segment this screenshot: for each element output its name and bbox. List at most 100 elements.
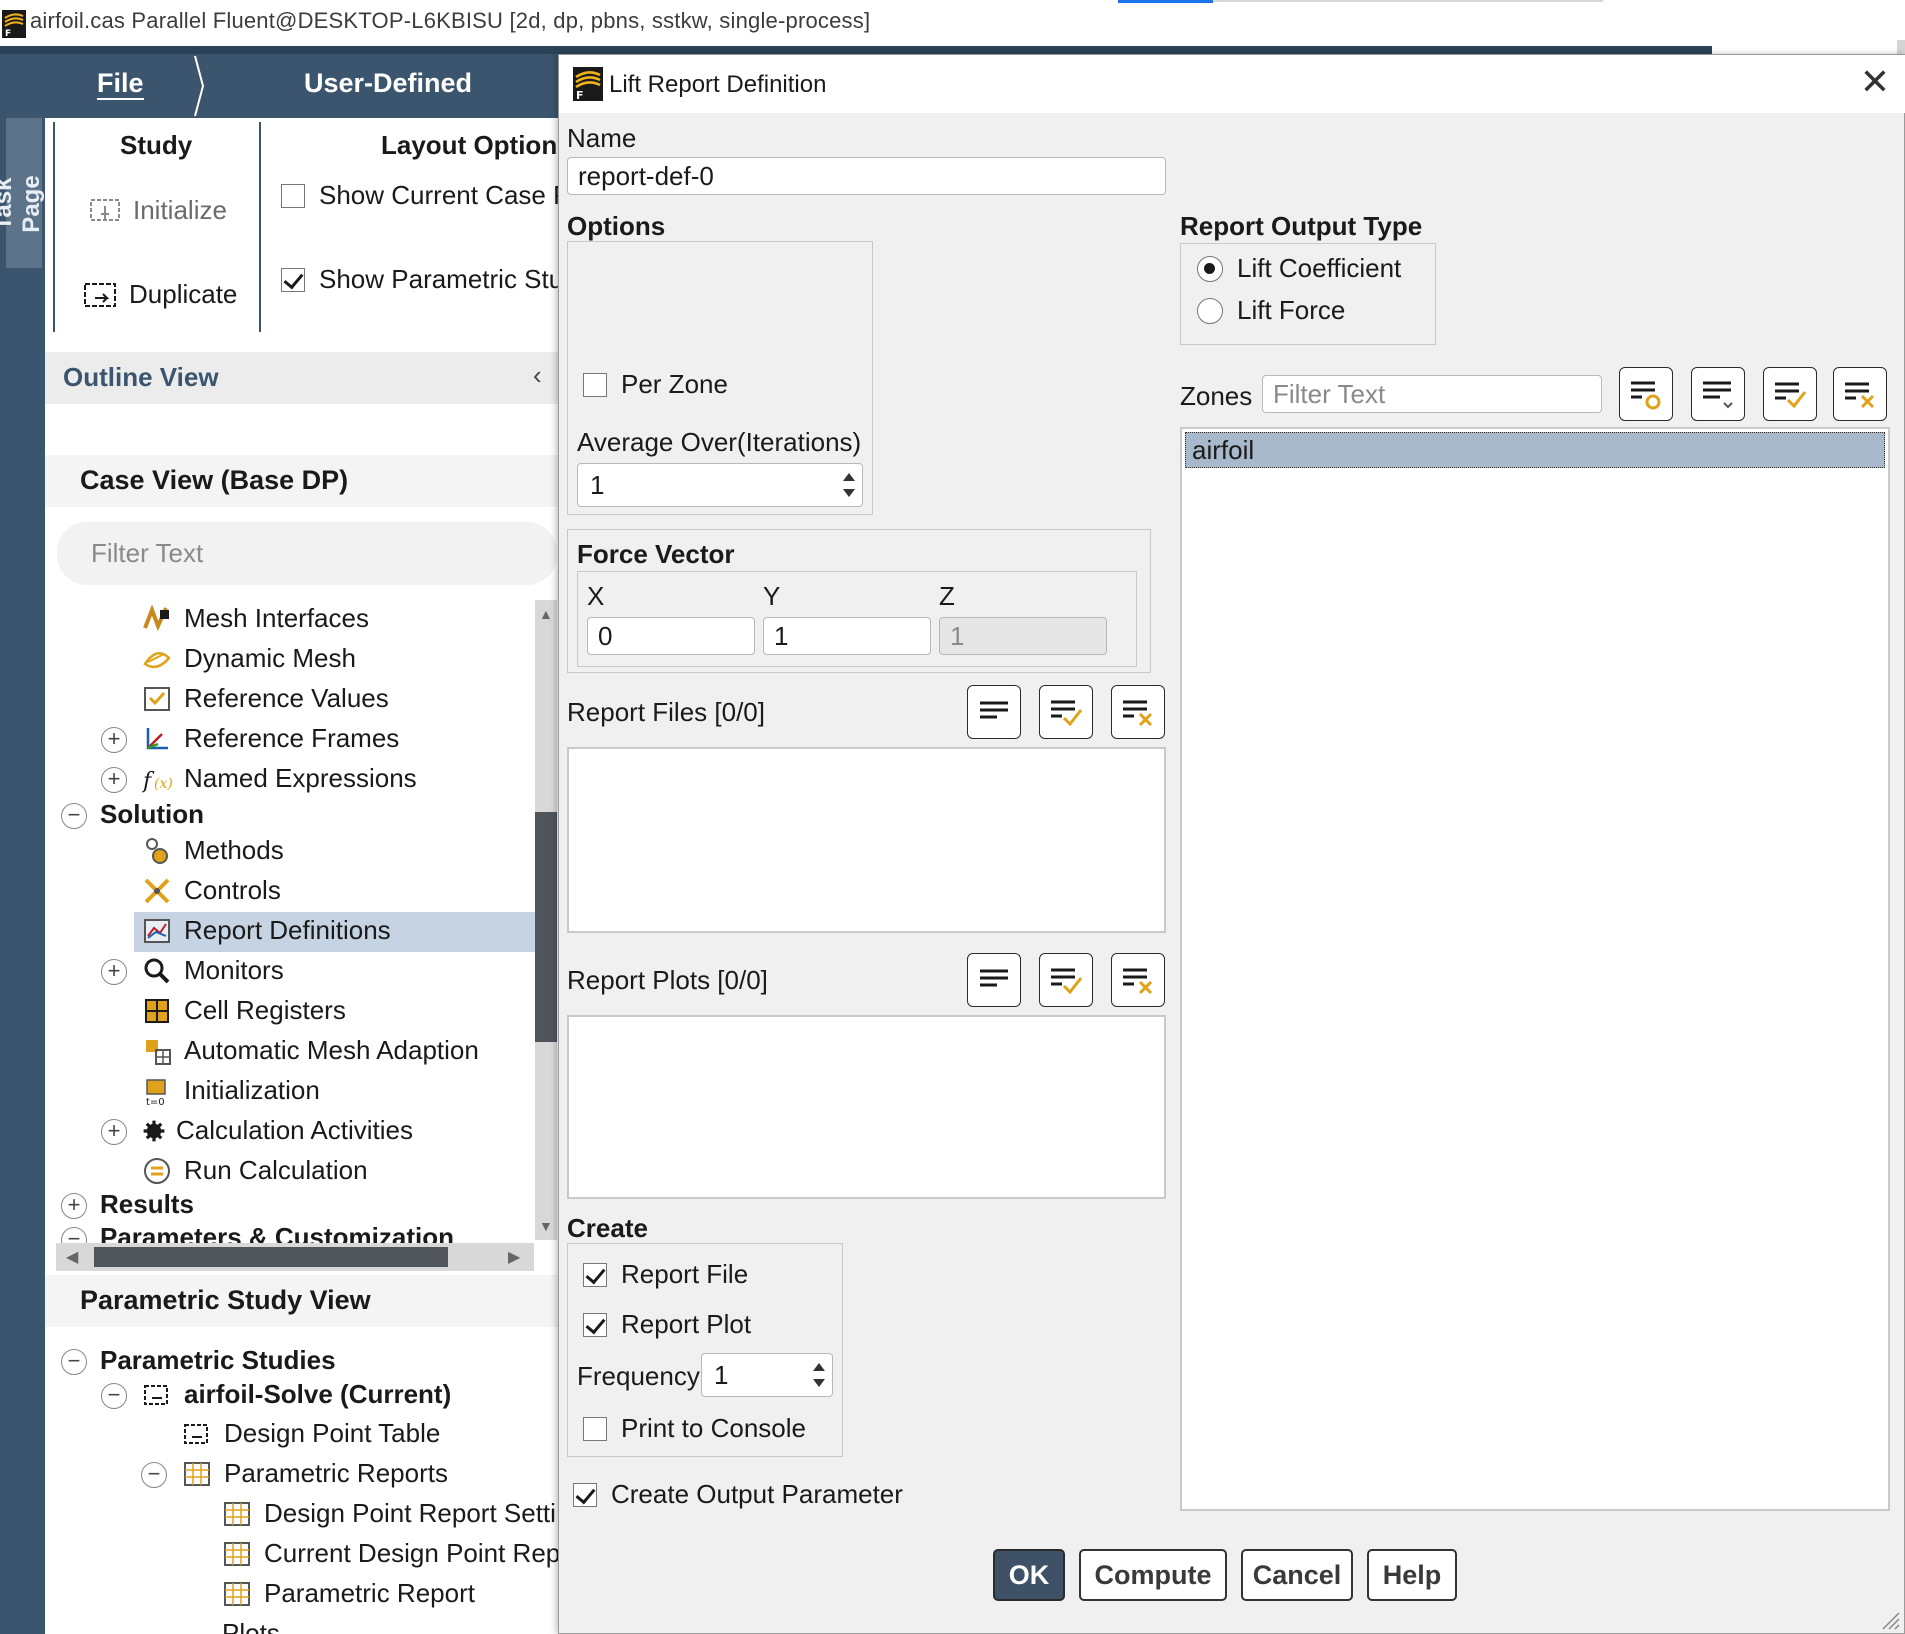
print-console-checkbox[interactable]: Print to Console: [583, 1413, 806, 1444]
tree-item-airfoil-solve[interactable]: airfoil-Solve (Current): [142, 1379, 451, 1410]
resize-grip-icon[interactable]: [1877, 1607, 1901, 1631]
tree-item-design-point-table[interactable]: Design Point Table: [182, 1418, 440, 1449]
tree-item-results[interactable]: Results: [100, 1189, 194, 1220]
tree-item-parametric-reports[interactable]: Parametric Reports: [182, 1458, 448, 1489]
scroll-right-icon[interactable]: ▶: [508, 1247, 520, 1267]
initialize-button[interactable]: Initialize: [87, 194, 227, 226]
show-parametric-checkbox[interactable]: Show Parametric Stu: [281, 264, 563, 295]
y-input[interactable]: 1: [763, 617, 931, 655]
scroll-down-icon[interactable]: ▼: [539, 1218, 553, 1234]
report-files-clear-button[interactable]: [1111, 685, 1165, 739]
tree-item-run-calculation[interactable]: Run Calculation: [142, 1155, 368, 1186]
name-input[interactable]: report-def-0: [567, 157, 1166, 195]
per-zone-checkbox[interactable]: Per Zone: [583, 369, 728, 400]
tree-item-label: Controls: [184, 875, 281, 905]
scroll-left-icon[interactable]: ◀: [66, 1247, 78, 1267]
per-zone-box[interactable]: [583, 372, 607, 397]
zones-check-button[interactable]: [1763, 367, 1817, 421]
collapse-parametric-reports-icon[interactable]: −: [141, 1462, 167, 1488]
tab-user-defined[interactable]: User-Defined: [304, 68, 472, 99]
tree-item-mesh-interfaces[interactable]: Mesh Interfaces: [142, 603, 369, 634]
tree-item-current-dp-report[interactable]: Current Design Point Rep: [222, 1538, 560, 1569]
zones-clear-button[interactable]: [1833, 367, 1887, 421]
collapse-chevron-icon[interactable]: ‹: [533, 360, 542, 391]
tree-item-cell-registers[interactable]: Cell Registers: [142, 995, 346, 1026]
close-icon[interactable]: ✕: [1855, 61, 1895, 103]
scroll-up-icon[interactable]: ▲: [539, 606, 553, 622]
expand-results-icon[interactable]: +: [61, 1193, 87, 1219]
tree-item-parametric-report[interactable]: Parametric Report: [222, 1578, 475, 1609]
lift-coefficient-radio-icon[interactable]: [1197, 255, 1223, 282]
x-input[interactable]: 0: [587, 617, 755, 655]
expand-monitors-icon[interactable]: +: [101, 959, 127, 985]
methods-icon: [146, 837, 168, 864]
zones-filter-match-button[interactable]: [1619, 367, 1673, 421]
parametric-study-view-header: Parametric Study View: [45, 1275, 565, 1327]
tree-hscroll-thumb[interactable]: [94, 1247, 448, 1267]
z-input: 1: [939, 617, 1107, 655]
radio-lift-force[interactable]: Lift Force: [1197, 295, 1345, 326]
tree-item-mesh-adaption[interactable]: Automatic Mesh Adaption: [142, 1035, 479, 1066]
lift-force-radio-icon[interactable]: [1197, 297, 1223, 324]
zones-filter-input[interactable]: Filter Text: [1262, 375, 1602, 413]
tree-item-report-definitions[interactable]: Report Definitions: [142, 915, 391, 946]
tree-vertical-scrollbar[interactable]: ▲ ▼: [535, 600, 557, 1240]
frequency-spinner[interactable]: 1: [701, 1353, 833, 1397]
tree-item-named-expressions[interactable]: f (x) Named Expressions: [142, 763, 417, 794]
tree-item-parameters-customization[interactable]: Parameters & Customization: [100, 1224, 454, 1243]
tree-item-plots[interactable]: Plots: [180, 1618, 280, 1634]
duplicate-button[interactable]: Duplicate: [81, 278, 237, 310]
report-plot-box[interactable]: [583, 1312, 607, 1337]
tree-item-controls[interactable]: Controls: [142, 875, 281, 906]
tree-item-monitors[interactable]: Monitors: [142, 955, 284, 986]
help-button[interactable]: Help: [1367, 1549, 1457, 1601]
average-over-spinner[interactable]: 1: [577, 463, 863, 507]
report-plots-select-all-button[interactable]: [967, 953, 1021, 1007]
tree-item-reference-frames[interactable]: Reference Frames: [142, 723, 399, 754]
window-title-bar: F airfoil.cas Parallel Fluent@DESKTOP-L6…: [0, 0, 1905, 46]
tree-item-dp-report-settings[interactable]: Design Point Report Setti: [222, 1498, 556, 1529]
collapse-airfoil-solve-icon[interactable]: −: [101, 1383, 127, 1409]
tree-item-initialization[interactable]: t=0 Initialization: [142, 1075, 320, 1106]
create-output-param-box[interactable]: [573, 1482, 597, 1507]
tab-file[interactable]: File: [97, 68, 144, 100]
report-files-check-button[interactable]: [1039, 685, 1093, 739]
expand-reference-frames-icon[interactable]: +: [101, 727, 127, 753]
report-files-select-all-button[interactable]: [967, 685, 1021, 739]
print-console-box[interactable]: [583, 1416, 607, 1441]
report-file-checkbox[interactable]: Report File: [583, 1259, 748, 1290]
tree-item-parametric-studies[interactable]: Parametric Studies: [100, 1345, 336, 1376]
report-plots-list[interactable]: [567, 1015, 1166, 1199]
ok-button[interactable]: OK: [993, 1549, 1065, 1601]
collapse-parametric-studies-icon[interactable]: −: [61, 1349, 87, 1375]
expand-named-expressions-icon[interactable]: +: [101, 767, 127, 793]
tree-item-calculation-activities[interactable]: Calculation Activities: [142, 1115, 413, 1146]
report-file-box[interactable]: [583, 1262, 607, 1287]
tree-item-dynamic-mesh[interactable]: Dynamic Mesh: [142, 643, 356, 674]
zone-item-airfoil[interactable]: airfoil: [1185, 432, 1885, 468]
collapse-solution-icon[interactable]: −: [61, 803, 87, 829]
expand-calculation-activities-icon[interactable]: +: [101, 1119, 127, 1145]
zones-select-all-button[interactable]: [1691, 367, 1745, 421]
tree-horizontal-scrollbar[interactable]: ◀ ▶: [56, 1243, 534, 1271]
tree-item-reference-values[interactable]: Reference Values: [142, 683, 389, 714]
outline-filter-input[interactable]: Filter Text: [57, 522, 557, 585]
show-parametric-box[interactable]: [281, 267, 305, 292]
report-plot-checkbox[interactable]: Report Plot: [583, 1309, 751, 1340]
tree-item-solution[interactable]: Solution: [100, 799, 204, 830]
report-plots-check-button[interactable]: [1039, 953, 1093, 1007]
report-files-list[interactable]: [567, 747, 1166, 933]
radio-lift-coefficient[interactable]: Lift Coefficient: [1197, 253, 1401, 284]
show-current-case-box[interactable]: [281, 183, 305, 208]
report-plots-clear-button[interactable]: [1111, 953, 1165, 1007]
spinner-arrows-icon[interactable]: [840, 468, 858, 502]
compute-button[interactable]: Compute: [1079, 1549, 1227, 1601]
cancel-button[interactable]: Cancel: [1241, 1549, 1353, 1601]
tree-item-methods[interactable]: Methods: [142, 835, 284, 866]
create-output-param-checkbox[interactable]: Create Output Parameter: [573, 1479, 903, 1510]
zones-list[interactable]: airfoil: [1180, 427, 1890, 1511]
show-current-case-checkbox[interactable]: Show Current Case P: [281, 180, 570, 211]
collapse-parameters-icon[interactable]: −: [61, 1227, 87, 1243]
spinner-arrows-icon[interactable]: [810, 1358, 828, 1392]
tree-scroll-thumb[interactable]: [535, 812, 557, 1042]
